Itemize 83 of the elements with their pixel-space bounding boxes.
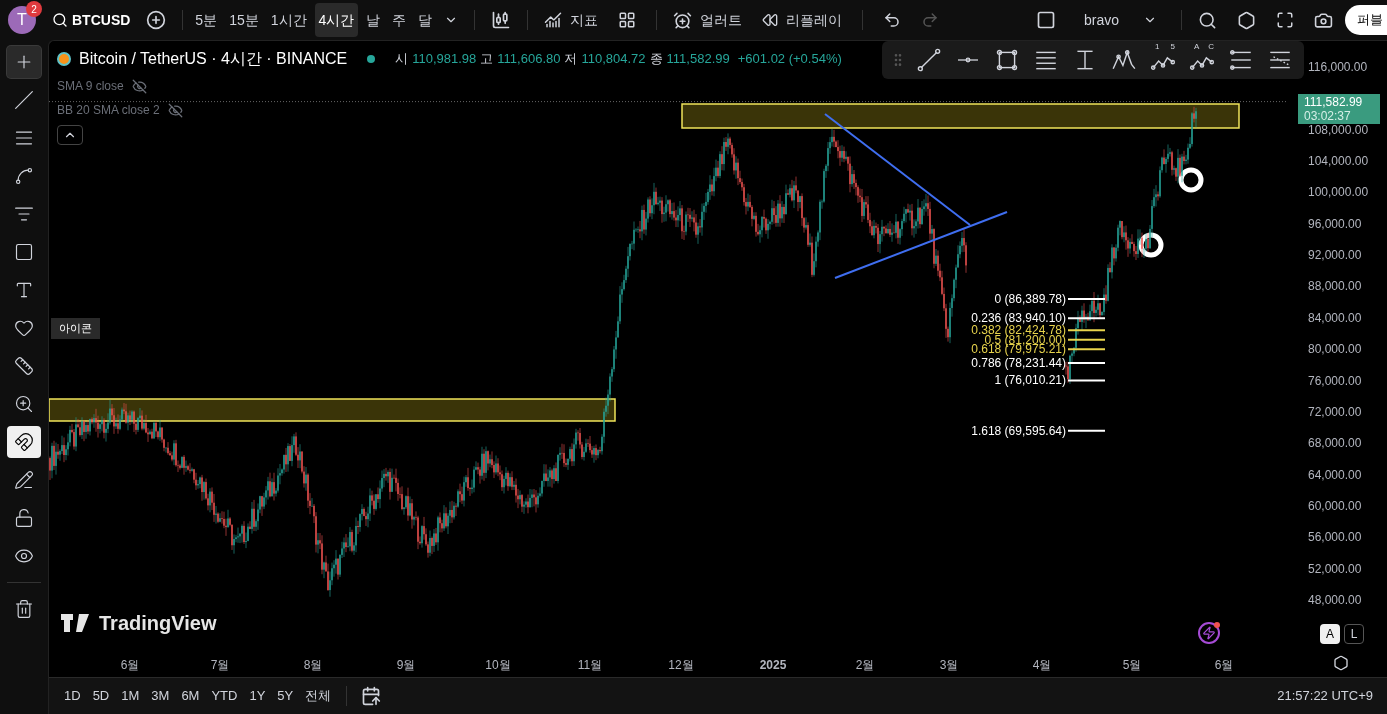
ohlc-label: 저 — [564, 50, 578, 69]
range-button[interactable]: 5D — [87, 683, 115, 709]
price-axis-label: 76,000.00 — [1308, 374, 1362, 387]
time-axis-label: 6월 — [120, 657, 140, 674]
wave-tool-button[interactable]: A C — [1186, 44, 1218, 76]
price-axis-label: 104,000.00 — [1308, 155, 1369, 168]
time-axis-label: 8월 — [303, 657, 323, 674]
time-axis-label: 9월 — [396, 657, 416, 674]
price-axis-label: 64,000.00 — [1308, 468, 1362, 481]
price-change: +601.02 (+0.54%) — [737, 50, 842, 69]
scale-mode-button[interactable]: L — [1344, 624, 1364, 644]
time-axis-label: 10월 — [485, 657, 511, 674]
price-axis-label: 92,000.00 — [1308, 249, 1362, 262]
price-axis-label: 116,000.00 — [1308, 61, 1368, 73]
range-button[interactable]: 전체 — [300, 683, 337, 709]
time-axis-label: 3월 — [939, 657, 959, 674]
price-axis-label: 48,000.00 — [1308, 593, 1362, 606]
range-button[interactable]: 1D — [59, 683, 86, 709]
fib-level-label: 0.786 (78,231.44) — [971, 357, 1066, 369]
indicator-label: SMA 9 close — [57, 78, 124, 95]
wave-label: 5 — [1170, 43, 1175, 51]
ohlc-label: 종 — [649, 50, 663, 69]
notification-badge: 2 — [26, 1, 42, 17]
time-axis-label: 5월 — [1122, 657, 1142, 674]
interval-tab[interactable]: 1시간 — [266, 3, 311, 37]
price-axis-label: 68,000.00 — [1308, 437, 1362, 450]
tradingview-wordmark: TradingView — [99, 611, 217, 636]
range-button[interactable]: YTD — [206, 683, 243, 709]
time-axis-label: 4월 — [1032, 657, 1052, 674]
range-button[interactable]: 1M — [116, 683, 145, 709]
wave-label: 1 — [1155, 43, 1160, 51]
scale-mode-button[interactable]: A — [1320, 624, 1340, 644]
interval-tab[interactable]: 주 — [388, 3, 411, 37]
clock[interactable]: 21:57:22 UTC+9 — [1277, 686, 1377, 706]
time-axis-label: 12월 — [668, 657, 694, 674]
bar-countdown: 03:02:37 — [1304, 109, 1352, 123]
range-button[interactable]: 5Y — [272, 683, 299, 709]
price-axis-label: 108,000.00 — [1308, 123, 1369, 136]
price-axis-label: 52,000.00 — [1308, 562, 1362, 575]
tool-tooltip: 아이콘 — [51, 318, 100, 339]
time-axis-label: 2025 — [759, 657, 787, 674]
time-axis-label: 6월 — [1214, 657, 1234, 674]
indicator-label: BB 20 SMA close 2 — [57, 102, 160, 119]
price-axis-label: 60,000.00 — [1308, 499, 1362, 512]
price-axis-label: 80,000.00 — [1308, 343, 1362, 356]
indicators-button[interactable]: 지표 — [540, 9, 603, 31]
interval-tab[interactable]: 15분 — [225, 3, 263, 37]
ohlc-label: 시 — [395, 50, 409, 69]
fib-level-label: 0.236 (83,940.10) — [971, 312, 1066, 325]
range-button[interactable]: 6M — [176, 683, 205, 709]
wave-label: C — [1208, 43, 1214, 51]
current-price: 111,582.99 — [1304, 95, 1364, 109]
range-button[interactable]: 3M — [146, 683, 175, 709]
price-axis-label: 56,000.00 — [1308, 531, 1362, 544]
price-axis-label: 72,000.00 — [1308, 405, 1362, 418]
price-axis-label: 88,000.00 — [1308, 280, 1362, 293]
wave-tool-button[interactable]: 1 5 — [1147, 44, 1179, 76]
ohlc-value: 111,582.99 — [666, 50, 730, 69]
alert-button[interactable]: 얼러트 — [665, 9, 751, 31]
time-axis-label: 7월 — [210, 657, 230, 674]
layout-dropdown[interactable]: bravo — [1067, 9, 1173, 31]
wave-label: A — [1194, 43, 1200, 51]
fib-level-label: 0 (86,389.78) — [994, 293, 1066, 306]
interval-tab[interactable]: 5분 — [191, 3, 222, 37]
fib-level-label: 1 (76,010.21) — [994, 374, 1066, 387]
publish-button[interactable]: 퍼블 — [1345, 5, 1387, 35]
ohlc-value: 110,981.98 — [412, 50, 477, 69]
interval-tab[interactable]: 4시간 — [314, 3, 359, 37]
symbol-search-button[interactable]: BTCUSD — [48, 9, 135, 31]
time-axis-label: 11월 — [577, 657, 603, 674]
price-axis-label: 100,000.00 — [1308, 186, 1369, 199]
interval-tab[interactable]: 달 — [414, 3, 437, 37]
price-axis-label: 84,000.00 — [1308, 311, 1362, 324]
ohlc-label: 고 — [480, 50, 494, 69]
interval-tab[interactable]: 날 — [362, 3, 385, 37]
replay-button[interactable]: 리플레이 — [754, 9, 851, 31]
ohlc-value: 110,804.72 — [581, 50, 646, 69]
price-axis-label: 96,000.00 — [1308, 217, 1362, 230]
time-axis-label: 2월 — [855, 657, 875, 674]
symbol-title: Bitcoin / TetherUS · 4시간 · BINANCE — [79, 49, 348, 69]
fib-level-label: 1.618 (69,595.64) — [971, 424, 1066, 437]
range-button[interactable]: 1Y — [244, 683, 271, 709]
ohlc-value: 111,606.80 — [497, 50, 561, 69]
